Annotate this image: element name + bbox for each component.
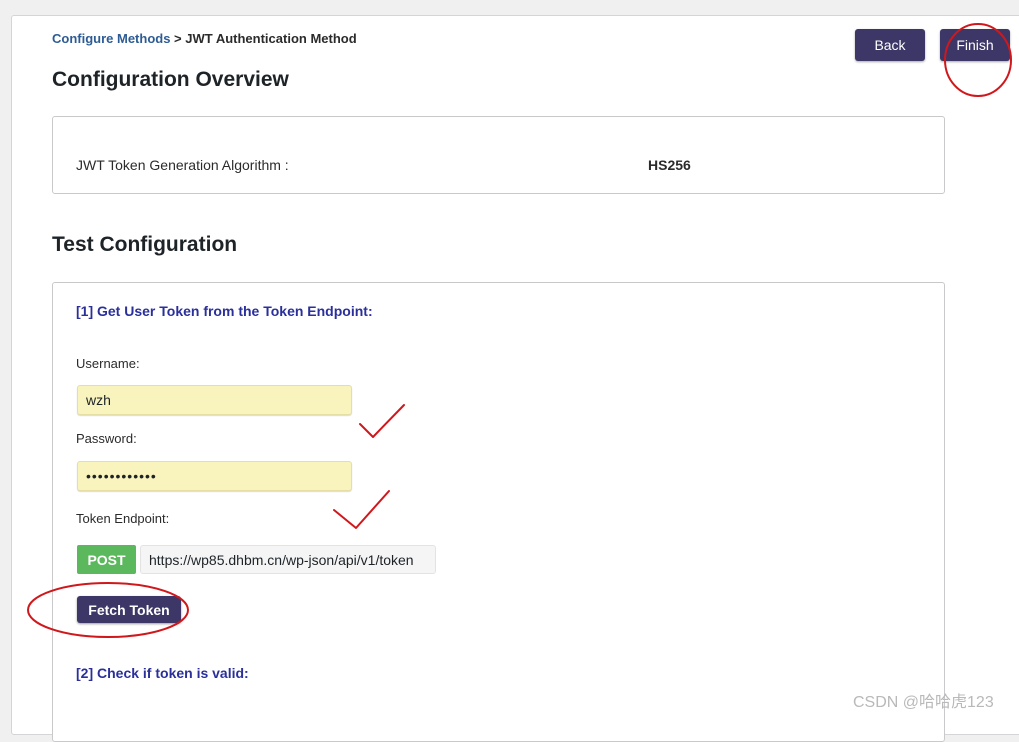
password-input[interactable] bbox=[77, 461, 352, 491]
algorithm-value: HS256 bbox=[648, 157, 691, 173]
token-endpoint-label: Token Endpoint: bbox=[76, 511, 170, 526]
username-label: Username: bbox=[76, 356, 140, 371]
overview-panel bbox=[52, 116, 945, 194]
token-endpoint-input[interactable] bbox=[140, 545, 436, 574]
username-input[interactable] bbox=[77, 385, 352, 415]
breadcrumb-separator: > bbox=[170, 31, 186, 46]
fetch-token-button[interactable]: Fetch Token bbox=[77, 596, 181, 623]
post-method-badge: POST bbox=[77, 545, 136, 574]
step1-title: [1] Get User Token from the Token Endpoi… bbox=[76, 303, 373, 319]
back-button[interactable]: Back bbox=[855, 29, 925, 61]
test-configuration-heading: Test Configuration bbox=[52, 233, 238, 256]
step2-title: [2] Check if token is valid: bbox=[76, 665, 249, 681]
watermark: CSDN @哈哈虎123 bbox=[853, 694, 994, 711]
finish-button[interactable]: Finish bbox=[940, 29, 1010, 61]
algorithm-label: JWT Token Generation Algorithm : bbox=[76, 157, 289, 173]
breadcrumb-current: JWT Authentication Method bbox=[185, 31, 357, 46]
password-label: Password: bbox=[76, 431, 137, 446]
breadcrumb-link-configure-methods[interactable]: Configure Methods bbox=[52, 31, 170, 46]
configuration-overview-heading: Configuration Overview bbox=[52, 68, 289, 91]
breadcrumb: Configure Methods > JWT Authentication M… bbox=[52, 31, 357, 46]
